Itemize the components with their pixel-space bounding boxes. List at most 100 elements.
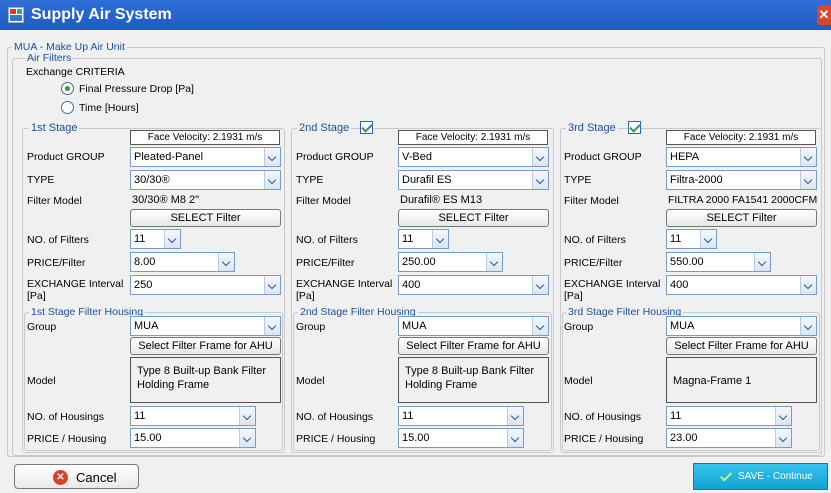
stage-3-no-housings-label: NO. of Housings [564,411,642,423]
stage-2-exchange-interval-label: EXCHANGE Interval [Pa] [296,278,393,302]
chevron-down-icon [532,148,548,166]
cancel-button[interactable]: ✕ Cancel [14,464,139,489]
stage-3-type-label: TYPE [564,174,592,186]
stage-2-exchange-interval-select[interactable]: 400 [398,275,549,295]
stage-1-no-filters-select[interactable]: 11 [130,229,181,249]
stage-3-price-housing-select[interactable]: 23.00 [666,428,792,448]
stage-2-no-filters-value: 11 [402,233,414,245]
stage-2-type-select[interactable]: Durafil ES [398,170,549,190]
radio-final-pressure-drop[interactable] [61,82,74,95]
stage-2-type-label: TYPE [296,174,324,186]
stage-1-group-label: Group [27,321,57,333]
chevron-down-icon [775,407,791,425]
stage-3-exchange-interval-select[interactable]: 400 [666,275,817,295]
stage-2-product-group-select[interactable]: V-Bed [398,147,549,167]
chevron-down-icon [264,148,280,166]
stage-2-filter-model-label: Filter Model [296,195,351,207]
stage-2-select-filter-button[interactable]: SELECT Filter [398,209,549,227]
chevron-down-icon [218,253,234,271]
stage-2-no-filters-select[interactable]: 11 [398,229,449,249]
stage-2-select-frame-button[interactable]: Select Filter Frame for AHU [398,337,549,355]
stage-1-product-group-value: Pleated-Panel [134,151,204,163]
stage-1-price-housing-select[interactable]: 15.00 [130,428,256,448]
chevron-down-icon [239,407,255,425]
stage-3-exchange-interval-label: EXCHANGE Interval [Pa] [564,278,661,302]
stage-1-price-housing-label: PRICE / Housing [27,433,107,445]
stage-1-product-group-select[interactable]: Pleated-Panel [130,147,281,167]
title-bar: Supply Air System ✕ [0,0,831,30]
save-continue-label: SAVE - Continue [738,471,813,482]
chevron-down-icon [800,276,816,294]
chevron-down-icon [775,429,791,447]
radio-time-hours[interactable] [61,101,74,114]
stage-2-price-housing-label: PRICE / Housing [296,433,376,445]
stage-3-select-filter-button[interactable]: SELECT Filter [666,209,817,227]
app-icon [8,7,24,23]
stage-2-price-housing-value: 15.00 [402,432,430,444]
stage-2-no-housings-label: NO. of Housings [296,411,374,423]
stage-3-select-frame-button[interactable]: Select Filter Frame for AHU [666,337,817,355]
stage-1-no-housings-value: 11 [134,410,146,422]
chevron-down-icon [507,429,523,447]
stage-2-enable-checkbox[interactable] [360,121,373,134]
radio-time-hours-label: Time [Hours] [79,102,139,114]
stage-1-face-velocity: Face Velocity: 2.1931 m/s [130,130,280,145]
stage-1-no-filters-label: NO. of Filters [27,234,89,246]
stage-2-type-value: Durafil ES [402,174,452,186]
stage-3-no-filters-select[interactable]: 11 [666,229,717,249]
stage-1-price-filter-value: 8.00 [134,256,156,268]
stage-3-product-group-label: Product GROUP [564,151,642,163]
exchange-criteria-label: Exchange CRITERIA [26,66,125,78]
stage-3-title: 3rd Stage [566,122,618,134]
stage-2-product-group-label: Product GROUP [296,151,374,163]
stage-2-price-housing-select[interactable]: 15.00 [398,428,524,448]
stage-1-filter-model-value: 30/30® M8 2" [132,194,200,206]
stage-3-model-value: Magna-Frame 1 [666,357,817,403]
window-title: Supply Air System [31,6,172,23]
stage-1-no-housings-select[interactable]: 11 [130,406,256,426]
stage-1-exchange-interval-label: EXCHANGE Interval [Pa] [27,278,124,302]
stage-3-price-filter-value: 550.00 [670,256,704,268]
stage-3-exchange-interval-value: 400 [670,279,689,291]
stage-2-price-filter-label: PRICE/Filter [296,257,355,269]
stage-1-no-filters-value: 11 [134,233,146,245]
stage-2-price-filter-select[interactable]: 250.00 [398,252,503,272]
checkmark-icon [719,469,733,482]
chevron-down-icon [264,276,280,294]
stage-2-no-filters-label: NO. of Filters [296,234,358,246]
stage-3-type-select[interactable]: Filtra-2000 [666,170,817,190]
air-filters-label: Air Filters [25,52,74,64]
chevron-down-icon [239,429,255,447]
stage-2-product-group-value: V-Bed [402,151,432,163]
stage-3-face-velocity: Face Velocity: 2.1931 m/s [666,130,816,145]
stage-3-no-housings-select[interactable]: 11 [666,406,792,426]
chevron-down-icon [432,230,448,248]
stage-1-no-housings-label: NO. of Housings [27,411,105,423]
stage-1-select-frame-button[interactable]: Select Filter Frame for AHU [130,337,281,355]
stage-1-type-select[interactable]: 30/30® [130,170,281,190]
stage-1-filter-model-label: Filter Model [27,195,82,207]
stage-3-group-select[interactable]: MUA [666,316,817,336]
stage-3-filter-model-label: Filter Model [564,195,619,207]
stage-2-title: 2nd Stage [297,122,352,134]
stage-2-no-housings-select[interactable]: 11 [398,406,524,426]
stage-3-type-value: Filtra-2000 [670,174,723,186]
radio-final-pressure-drop-label: Final Pressure Drop [Pa] [79,83,194,95]
chevron-down-icon [754,253,770,271]
stage-1-group-value: MUA [134,320,159,332]
stage-1-exchange-interval-select[interactable]: 250 [130,275,281,295]
stage-1-price-filter-select[interactable]: 8.00 [130,252,235,272]
chevron-down-icon [507,407,523,425]
stage-2-group-label: Group [296,321,326,333]
save-continue-button[interactable]: SAVE - Continue [693,463,828,490]
close-icon[interactable]: ✕ [817,5,831,25]
chevron-down-icon [532,276,548,294]
stage-3-price-filter-select[interactable]: 550.00 [666,252,771,272]
stage-3-no-filters-value: 11 [670,233,682,245]
stage-3-price-housing-label: PRICE / Housing [564,433,644,445]
stage-1-group-select[interactable]: MUA [130,316,281,336]
stage-3-product-group-select[interactable]: HEPA [666,147,817,167]
stage-1-select-filter-button[interactable]: SELECT Filter [130,209,281,227]
stage-2-group-select[interactable]: MUA [398,316,549,336]
stage-3-enable-checkbox[interactable] [628,121,641,134]
